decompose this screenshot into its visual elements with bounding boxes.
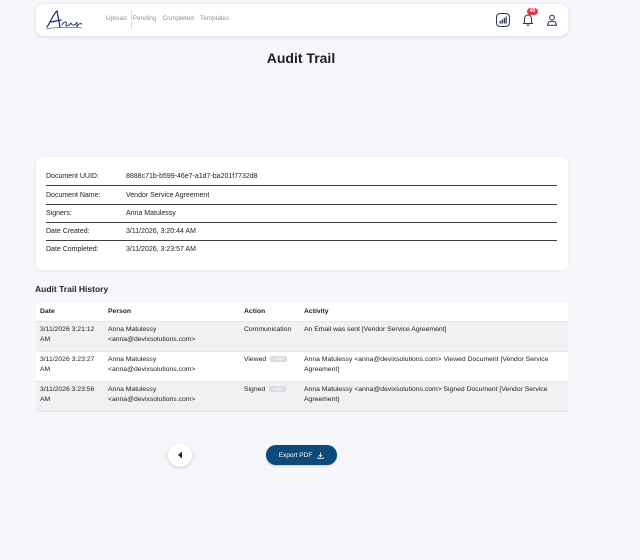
action-text: Viewed	[244, 356, 267, 363]
detail-row-uuid: Document UUID: 8888c71b-b599-46e7-a1d7-b…	[46, 168, 557, 186]
signers-value: Anna Matulessy	[126, 210, 176, 217]
row-activity: Anna Matulessy <anna@devixsolutions.com>…	[304, 356, 549, 374]
column-header-date: Date	[40, 308, 55, 315]
column-header-person: Person	[108, 308, 132, 315]
bell-icon	[522, 14, 534, 26]
back-button[interactable]	[168, 443, 192, 467]
export-pdf-label: Export PDF	[278, 451, 313, 459]
row-activity: Anna Matulessy <anna@devixsolutions.com>…	[304, 386, 548, 404]
document-name-value: Vendor Service Agreement	[126, 192, 210, 199]
app-logo[interactable]	[44, 8, 84, 32]
user-icon[interactable]	[546, 14, 558, 26]
row-date: 3/11/2026 3:23:56 AM	[40, 386, 95, 404]
header-icons: 40	[496, 8, 558, 29]
main-nav: Upload Pending Completed Templates	[106, 15, 230, 22]
notification-badge: 40	[527, 8, 538, 15]
row-divider	[46, 185, 557, 186]
document-details-card: Document UUID: 8888c71b-b599-46e7-a1d7-b…	[36, 157, 568, 270]
row-person: Anna Matulessy <anna@devixsolutions.com>	[108, 326, 196, 344]
export-pdf-button[interactable]: Export PDF	[266, 445, 337, 465]
history-heading: Audit Trail History	[35, 284, 109, 294]
date-created-label: Date Created:	[46, 228, 90, 235]
column-header-action: Action	[244, 308, 266, 315]
row-person: Anna Matulessy <anna@devixsolutions.com>	[108, 356, 196, 374]
audit-history-table: Date Person Action Activity 3/11/2026 3:…	[36, 303, 568, 412]
table-row: 3/11/2026 3:21:12 AM Anna Matulessy <ann…	[36, 322, 568, 352]
date-completed-value: 3/11/2026, 3:23:57 AM	[126, 246, 196, 253]
row-date: 3/11/2026 3:21:12 AM	[40, 326, 95, 344]
detail-row-signers: Signers: Anna Matulessy	[46, 205, 557, 223]
table-header: Date Person Action Activity	[36, 303, 568, 322]
document-name-label: Document Name:	[46, 192, 101, 199]
chevron-left-icon	[178, 451, 182, 459]
row-person: Anna Matulessy <anna@devixsolutions.com>	[108, 386, 196, 404]
page-title: Audit Trail	[266, 50, 336, 66]
signal-icon[interactable]	[496, 13, 510, 27]
detail-row-completed: Date Completed: 3/11/2026, 3:23:57 AM	[46, 241, 557, 259]
nav-pending[interactable]: Pending	[133, 15, 157, 22]
nav-upload[interactable]: Upload	[106, 15, 127, 22]
detail-row-created: Date Created: 3/11/2026, 3:20:44 AM	[46, 223, 557, 241]
login-tag: Login	[269, 386, 287, 392]
detail-row-name: Document Name: Vendor Service Agreement	[46, 187, 557, 205]
row-action: Communication	[244, 325, 302, 335]
action-text: Communication	[244, 326, 292, 333]
table-row: 3/11/2026 3:23:27 AM Anna Matulessy <ann…	[36, 352, 568, 382]
uuid-value: 8888c71b-b599-46e7-a1d7-ba201f7732d8	[126, 173, 258, 180]
row-activity: An Email was sent [Vendor Service Agreem…	[304, 326, 447, 333]
signers-label: Signers:	[46, 210, 72, 217]
nav-completed[interactable]: Completed	[162, 15, 193, 22]
row-action: Viewed Login	[244, 355, 302, 365]
uuid-label: Document UUID:	[46, 173, 99, 180]
column-header-activity: Activity	[304, 308, 329, 315]
action-text: Signed	[244, 386, 266, 393]
download-icon	[317, 452, 324, 459]
row-action: Signed Login	[244, 385, 302, 395]
login-tag: Login	[270, 356, 288, 362]
top-navbar: Upload Pending Completed Templates 40	[36, 4, 568, 36]
nav-templates[interactable]: Templates	[200, 15, 230, 22]
date-created-value: 3/11/2026, 3:20:44 AM	[126, 228, 196, 235]
notifications-button[interactable]: 40	[522, 8, 538, 27]
row-date: 3/11/2026 3:23:27 AM	[40, 356, 95, 374]
date-completed-label: Date Completed:	[46, 246, 99, 253]
table-row: 3/11/2026 3:23:56 AM Anna Matulessy <ann…	[36, 382, 568, 412]
